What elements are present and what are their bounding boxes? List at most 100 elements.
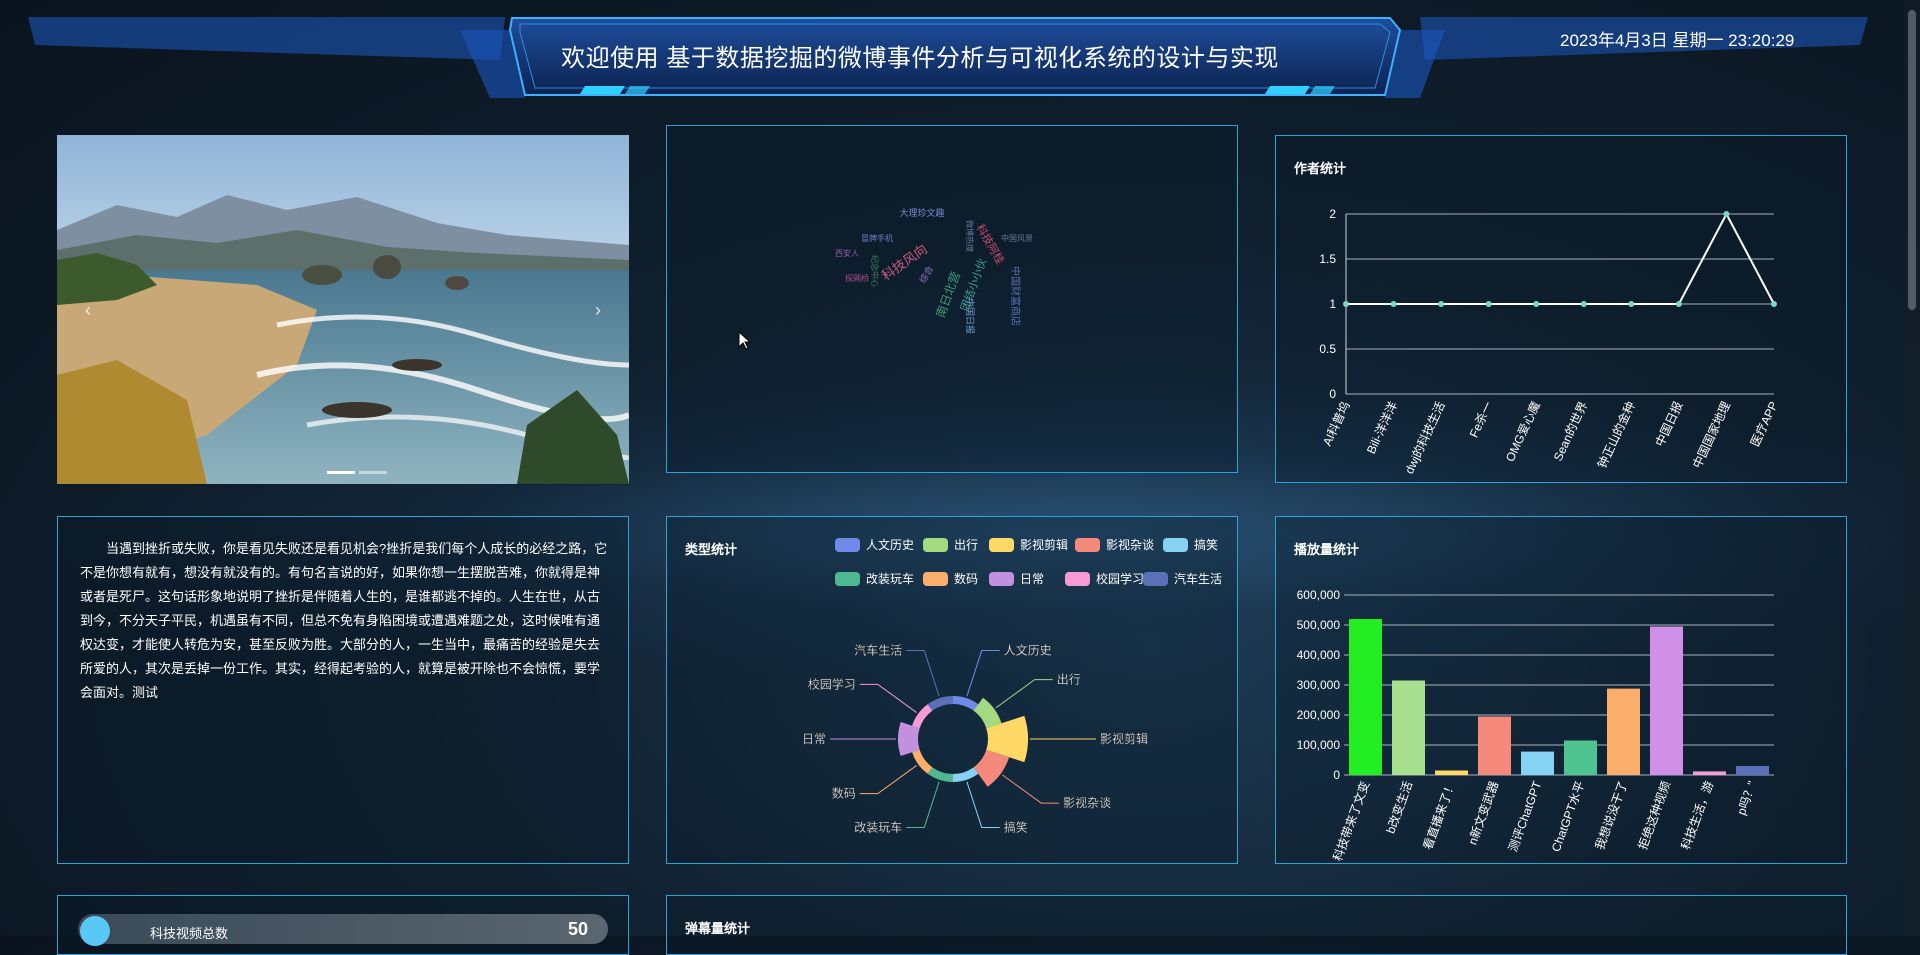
- bar: [1736, 766, 1769, 775]
- data-point: [1628, 301, 1635, 307]
- rose-slice: [953, 696, 979, 711]
- y-tick-label: 300,000: [1297, 678, 1341, 692]
- x-tick-label: 科技生活，游: [1679, 779, 1717, 851]
- play-chart-panel: 播放量统计 0 100,000 200,000 300,000 400,000 500,0…: [1275, 516, 1847, 864]
- bar: [1650, 626, 1683, 775]
- slice-label: 影视杂谈: [1063, 795, 1111, 810]
- x-tick-label: p吗？": [1734, 779, 1759, 817]
- label-leader-line: [995, 679, 1053, 709]
- type-chart-panel: 类型统计 人文历史 出行 影视剪辑 影视杂谈 搞笑 改装玩车 数码 日常 校园学习 汽车生活 人文…: [666, 516, 1238, 864]
- bar: [1521, 751, 1554, 775]
- carousel-indicators: [327, 471, 387, 474]
- data-point: [1438, 301, 1445, 307]
- wordcloud-word: 微博热搜: [965, 220, 975, 252]
- label-leader-line: [1002, 774, 1060, 804]
- wordcloud-word: 南日北营: [933, 269, 964, 319]
- scrollbar-thumb[interactable]: [1908, 10, 1916, 310]
- rose-slice: [912, 749, 933, 774]
- wordcloud-word: 中国风景: [1001, 233, 1033, 243]
- tech-stat-bar: 科技视频总数 50: [78, 914, 608, 946]
- data-point: [1343, 301, 1349, 307]
- type-rose-chart: 人文历史出行影视剪辑影视杂谈搞笑 改装玩车 数码 日常 校园学习 汽车生活: [802, 642, 1148, 834]
- carousel-prev-button[interactable]: ‹: [85, 300, 91, 321]
- x-tick-label: 中国国家地理: [1689, 399, 1733, 471]
- tech-stat-panel: 科技视频总数 50: [57, 895, 629, 955]
- wordcloud-word: 探网桥: [845, 273, 869, 283]
- label-leader-line: [906, 781, 940, 828]
- page-scrollbar[interactable]: [1904, 0, 1920, 936]
- stat-circle-icon: [80, 916, 110, 946]
- data-point: [1485, 301, 1492, 307]
- slice-label: 汽车生活: [854, 643, 902, 658]
- slice-label: 影视剪辑: [1100, 731, 1148, 746]
- y-tick-label: 600,000: [1297, 588, 1341, 602]
- article-panel: 当遇到挫折或失败，你是看见失败还是看见机会?挫折是我们每个人成长的必经之路，它不…: [57, 516, 629, 864]
- slice-label: 人文历史: [1004, 643, 1052, 658]
- author-chart-title: 作者统计: [1294, 161, 1347, 176]
- x-tick-label: n新文变武器: [1464, 779, 1501, 847]
- coastline-photo: [57, 135, 629, 484]
- data-point: [1675, 301, 1682, 307]
- carousel-next-button[interactable]: ›: [595, 300, 601, 321]
- y-tick-label: 0.5: [1319, 342, 1336, 356]
- play-bar-chart: 0 100,000 200,000 300,000 400,000 500,000 600,…: [1297, 588, 1774, 863]
- tech-stat-label: 科技视频总数: [150, 926, 229, 941]
- image-carousel[interactable]: ‹ ›: [57, 135, 629, 484]
- x-tick-label: 医疗APP: [1748, 399, 1781, 448]
- x-tick-label: b改变生活: [1383, 779, 1416, 836]
- tech-stat-value: 50: [567, 919, 588, 939]
- bar: [1435, 770, 1468, 775]
- x-tick-label: 中国日报: [1652, 399, 1686, 449]
- x-tick-label: 测评ChatGPT: [1506, 779, 1545, 854]
- slice-label: 日常: [802, 732, 826, 746]
- y-tick-label: 100,000: [1297, 738, 1341, 752]
- bar: [1693, 771, 1726, 775]
- play-chart-title: 播放量统计: [1294, 542, 1360, 557]
- rose-slice: [973, 697, 1002, 729]
- data-point: [1723, 211, 1730, 217]
- danmu-chart-panel: 弹幕量统计: [666, 895, 1847, 955]
- bar: [1392, 680, 1425, 775]
- bar: [1564, 740, 1597, 775]
- bar: [1607, 688, 1640, 775]
- wordcloud-panel: 大理珍文趣 科技阿桂 冒牌手机 探网桥 中国日报 西安人 科技风向 团结小小伙 中国财富商店 微博…: [666, 125, 1238, 473]
- x-tick-label: AI科普坞: [1319, 399, 1353, 448]
- label-leader-line: [906, 650, 940, 697]
- x-tick-label: Fe杀一: [1466, 399, 1496, 440]
- carousel-dot[interactable]: [327, 471, 355, 474]
- carousel-dot[interactable]: [359, 471, 387, 474]
- danmu-chart-title: 弹幕量统计: [685, 921, 751, 936]
- x-tick-label: ChatGPT水平: [1549, 779, 1587, 853]
- article-text: 当遇到挫折或失败，你是看见失败还是看见机会?挫折是我们每个人成长的必经之路，它不…: [80, 541, 608, 700]
- wordcloud-word: 中国财富商店: [1009, 266, 1022, 326]
- rose-slice: [912, 704, 933, 729]
- slice-label: 数码: [832, 786, 856, 801]
- x-tick-label: 拒绝这种视频: [1635, 779, 1674, 852]
- page-title: 欢迎使用 基于数据挖掘的微博事件分析与可视化系统的设计与实现: [561, 45, 1279, 72]
- rose-slice: [927, 767, 953, 782]
- x-tick-label: 看直播来了！: [1421, 779, 1459, 851]
- slice-label: 搞笑: [1004, 819, 1028, 834]
- x-tick-label: dwj的科技生活: [1401, 399, 1448, 476]
- mouse-cursor-icon: [738, 331, 752, 350]
- wordcloud-word: 纪念中心: [870, 255, 880, 287]
- y-tick-label: 0: [1329, 387, 1336, 401]
- y-tick-label: 400,000: [1297, 648, 1341, 662]
- label-leader-line: [859, 683, 917, 713]
- data-point: [1771, 301, 1777, 307]
- data-point: [1580, 301, 1587, 307]
- slice-label: 出行: [1057, 673, 1081, 687]
- bar: [1478, 716, 1511, 775]
- x-tick-label: Bili-洋洋洋: [1363, 399, 1400, 456]
- x-tick-label: 钟正山的金种: [1594, 399, 1638, 471]
- word-cloud: 大理珍文趣科技阿桂冒牌手机探网桥中国日报西安人 科技风向 团结小小伙 中国财富商店微博…: [835, 207, 1033, 334]
- author-chart-panel: 作者统计 0 0.5 1 1.5 2 AI科普坞 Bili-洋洋洋 dwj的科技生活 Fe杀一 O…: [1275, 135, 1847, 483]
- rose-slice: [953, 767, 979, 782]
- wordcloud-word: 大理珍文趣: [899, 207, 944, 218]
- author-line-chart: 0 0.5 1 1.5 2 AI科普坞 Bili-洋洋洋 dwj的科技生活 Fe杀一 OMG爱心魔…: [1319, 207, 1781, 476]
- y-tick-label: 0: [1333, 768, 1340, 782]
- wordcloud-word: 冒牌手机: [861, 233, 893, 243]
- datetime-display: 2023年4月3日 星期一 23:20:29: [1560, 31, 1795, 50]
- y-tick-label: 1.5: [1319, 252, 1336, 266]
- y-tick-label: 2: [1329, 207, 1336, 221]
